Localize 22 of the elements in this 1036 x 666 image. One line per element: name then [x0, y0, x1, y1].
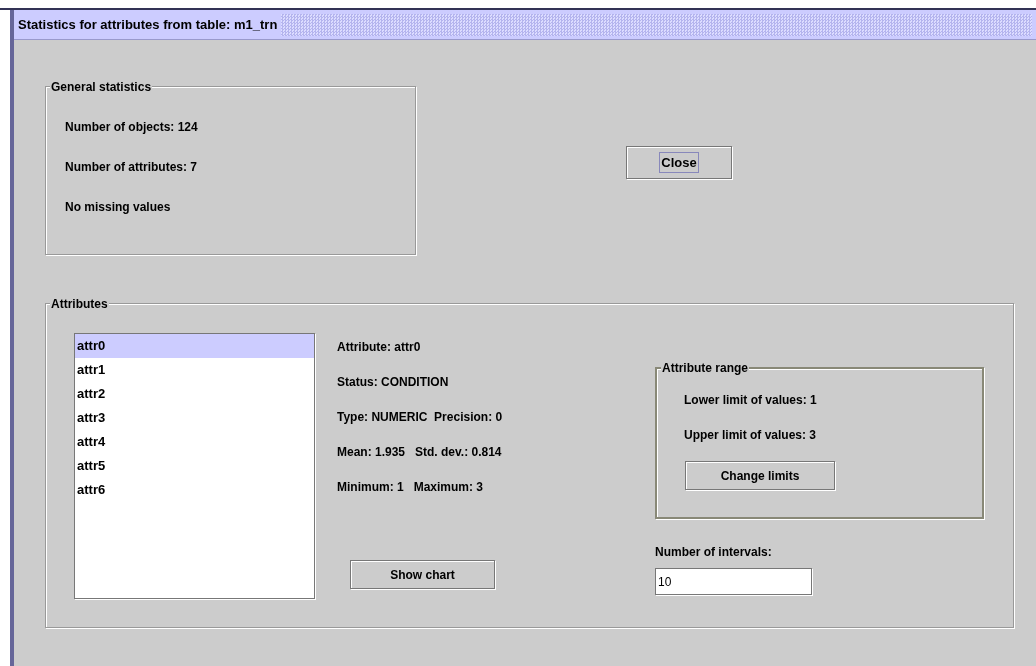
attribute-list-item[interactable]: attr5 [75, 454, 314, 478]
attribute-list-item[interactable]: attr4 [75, 430, 314, 454]
attribute-list-item[interactable]: attr2 [75, 382, 314, 406]
statistic-text: No missing values [65, 199, 172, 216]
change-limits-button[interactable]: Change limits [685, 461, 835, 490]
show-chart-button[interactable]: Show chart [350, 560, 495, 589]
attribute-detail-text: Minimum: 1 Maximum: 3 [337, 479, 485, 496]
attribute-detail-text: Status: CONDITION [337, 374, 450, 391]
attribute-detail-text: Mean: 1.935 Std. dev.: 0.814 [337, 444, 503, 461]
range-limit-text: Lower limit of values: 1 [684, 392, 818, 409]
attribute-list-item[interactable]: attr6 [75, 478, 314, 502]
statistic-text: Number of objects: 124 [65, 119, 199, 136]
attribute-list-item[interactable]: attr3 [75, 406, 314, 430]
range-limit-text: Upper limit of values: 3 [684, 427, 818, 444]
attribute-list-item[interactable]: attr1 [75, 358, 314, 382]
attribute-detail-text: Type: NUMERIC Precision: 0 [337, 409, 504, 426]
close-button[interactable]: Close [626, 146, 732, 179]
intervals-field[interactable]: 10 [655, 568, 812, 595]
attribute-detail-text: Attribute: attr0 [337, 339, 422, 356]
attribute-list-item[interactable]: attr0 [75, 334, 314, 358]
intervals-label: Number of intervals: [655, 544, 773, 561]
statistic-text: Number of attributes: 7 [65, 159, 198, 176]
